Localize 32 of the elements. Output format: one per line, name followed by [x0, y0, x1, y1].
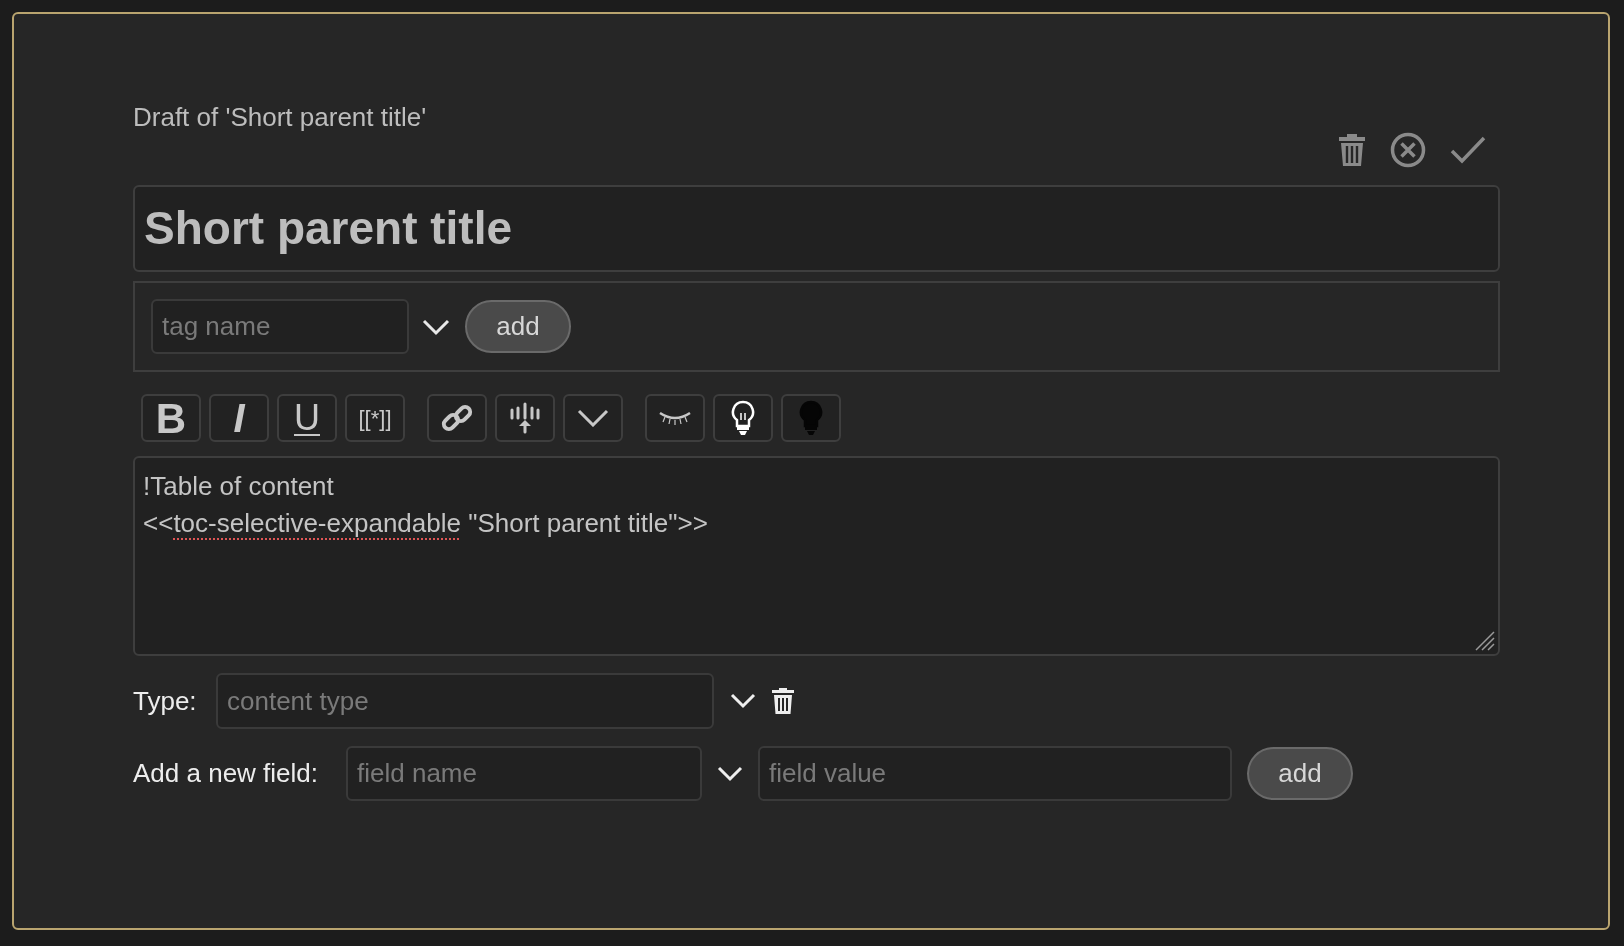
add-field-button[interactable]: add	[1247, 747, 1353, 800]
bold-button[interactable]: B	[141, 394, 201, 442]
link-icon	[441, 402, 473, 434]
caret-button[interactable]	[563, 394, 623, 442]
transclude-button[interactable]: [[*]]	[345, 394, 405, 442]
close-icon[interactable]	[1390, 132, 1426, 168]
title-field[interactable]: Short parent title	[133, 185, 1500, 272]
dropdown-caret-icon[interactable]	[729, 692, 757, 710]
closed-eye-button[interactable]	[645, 394, 705, 442]
closed-eye-icon	[659, 411, 691, 425]
draft-label: Draft of 'Short parent title'	[133, 102, 427, 132]
field-value-field[interactable]: field value	[758, 746, 1232, 801]
text-editor[interactable]: !Table of content <<toc-selective-expandable "Short parent title">>	[133, 456, 1500, 656]
link-button[interactable]	[427, 394, 487, 442]
content-type-field[interactable]: content type	[216, 673, 714, 729]
lightbulb-icon	[799, 400, 823, 436]
underline-button[interactable]: U	[277, 394, 337, 442]
caret-icon	[577, 409, 609, 427]
add-tag-button[interactable]: add	[465, 300, 571, 353]
field-name-field[interactable]: field name	[346, 746, 702, 801]
lightbulb-icon	[731, 400, 755, 436]
new-field-label: Add a new field:	[133, 757, 319, 790]
excise-icon	[509, 402, 541, 434]
checkmark-icon[interactable]	[1450, 136, 1486, 164]
tag-name-field[interactable]: tag name	[151, 299, 409, 354]
dropdown-caret-icon[interactable]	[421, 317, 451, 336]
lightbulb-button[interactable]	[713, 394, 773, 442]
excise-button[interactable]	[495, 394, 555, 442]
type-label: Type:	[133, 684, 198, 718]
dropdown-caret-icon[interactable]	[716, 764, 744, 783]
delete-icon[interactable]	[772, 688, 794, 714]
italic-button[interactable]: I	[209, 394, 269, 442]
